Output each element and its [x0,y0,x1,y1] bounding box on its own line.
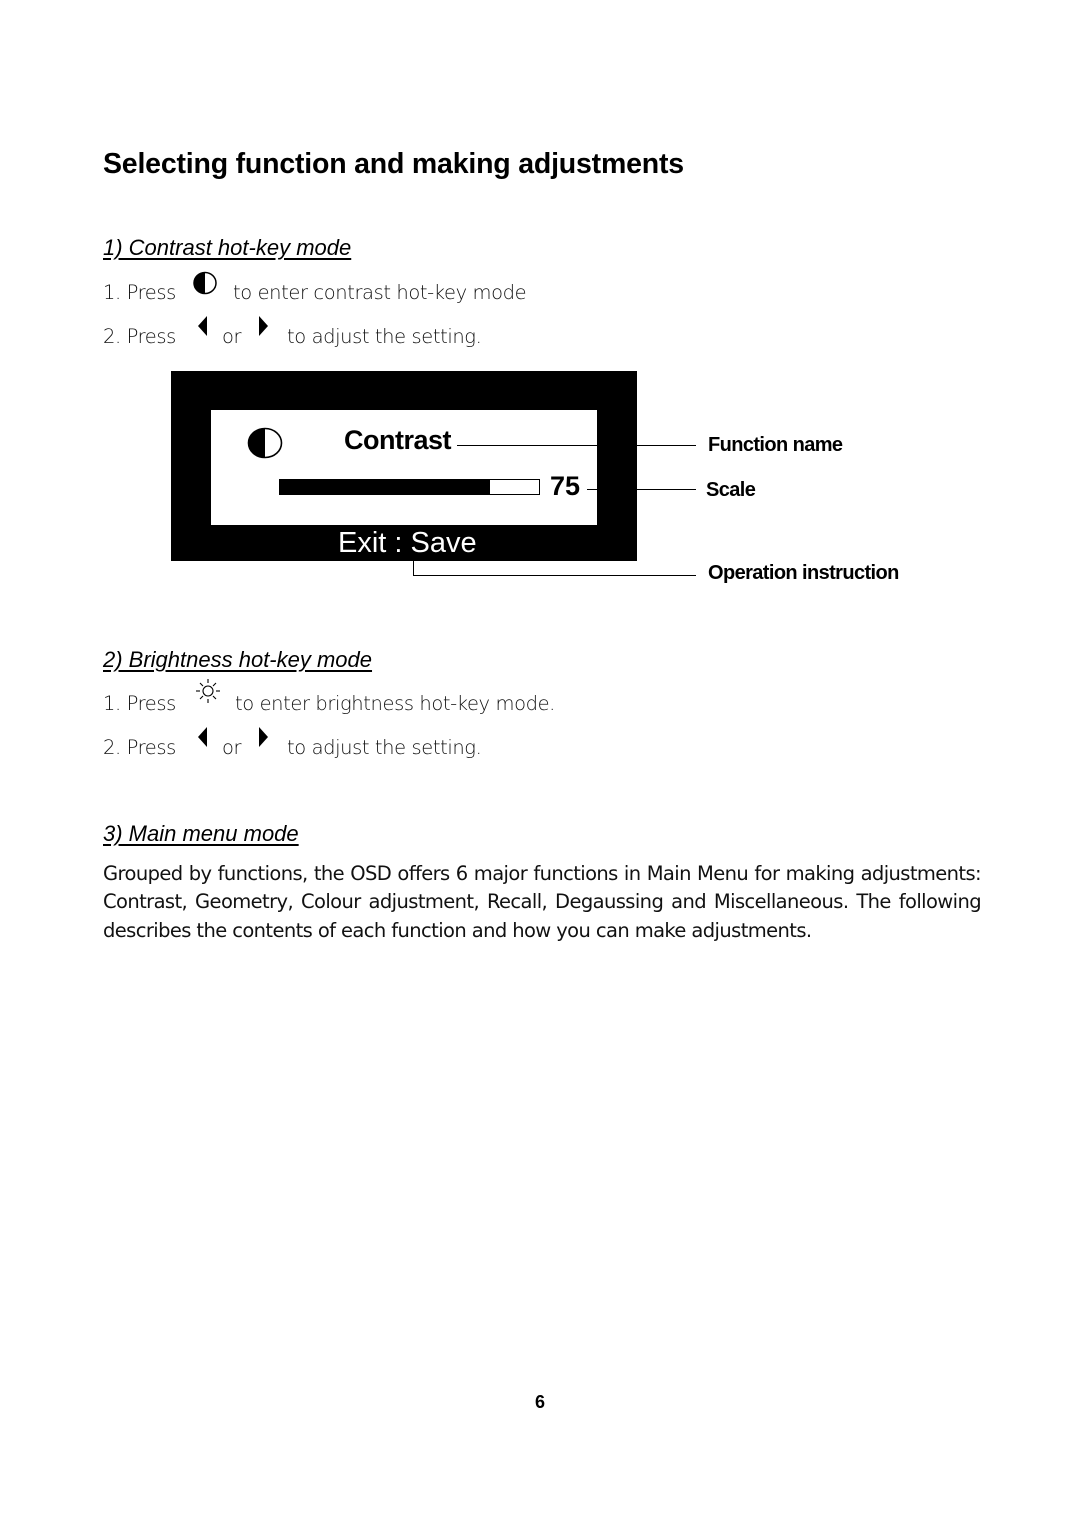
callout-line-op-vertical [413,561,414,575]
section-heading-main-menu: 3) Main menu mode [103,821,299,846]
callout-line-scale-inner [587,489,597,490]
osd-contrast-icon [247,427,283,459]
callout-scale: Scale [706,479,756,501]
callout-operation-instruction: Operation instruction [708,562,899,584]
step-or: or [222,325,242,348]
right-arrow-icon [259,727,268,747]
section-heading-contrast: 1) Contrast hot-key mode [103,235,352,260]
main-menu-description: Grouped by functions, the OSD offers 6 m… [103,862,982,942]
step-prefix: 1. Press [103,692,176,715]
right-arrow-icon [259,316,268,336]
step-suffix: to adjust the setting. [287,736,482,759]
page-number: 6 [534,1392,545,1412]
step-suffix: to enter contrast hot-key mode [233,281,527,304]
left-arrow-icon [198,727,207,747]
callout-line-op-horizontal [413,575,696,576]
step-prefix: 1. Press [103,281,176,304]
callout-function-name: Function name [708,434,843,456]
step-suffix: to adjust the setting. [287,325,482,348]
callout-line-function-inner [457,445,597,446]
osd-operation-instruction: Exit : Save [338,527,477,559]
step-prefix: 2. Press [103,325,176,348]
callout-line-scale-outer [637,489,696,490]
section-heading-brightness: 2) Brightness hot-key mode [103,647,373,672]
step-or: or [222,736,242,759]
brightness-icon [196,679,220,703]
osd-scale-bar [279,479,540,495]
step-suffix: to enter brightness hot-key mode. [235,692,555,715]
osd-scale-fill [280,480,490,494]
osd-scale-value: 75 [550,471,581,501]
left-arrow-icon [198,316,207,336]
osd-function-name: Contrast [344,425,452,455]
page-title: Selecting function and making adjustment… [103,148,684,180]
contrast-icon [193,271,217,295]
step-prefix: 2. Press [103,736,176,759]
callout-line-function-outer [637,445,696,446]
